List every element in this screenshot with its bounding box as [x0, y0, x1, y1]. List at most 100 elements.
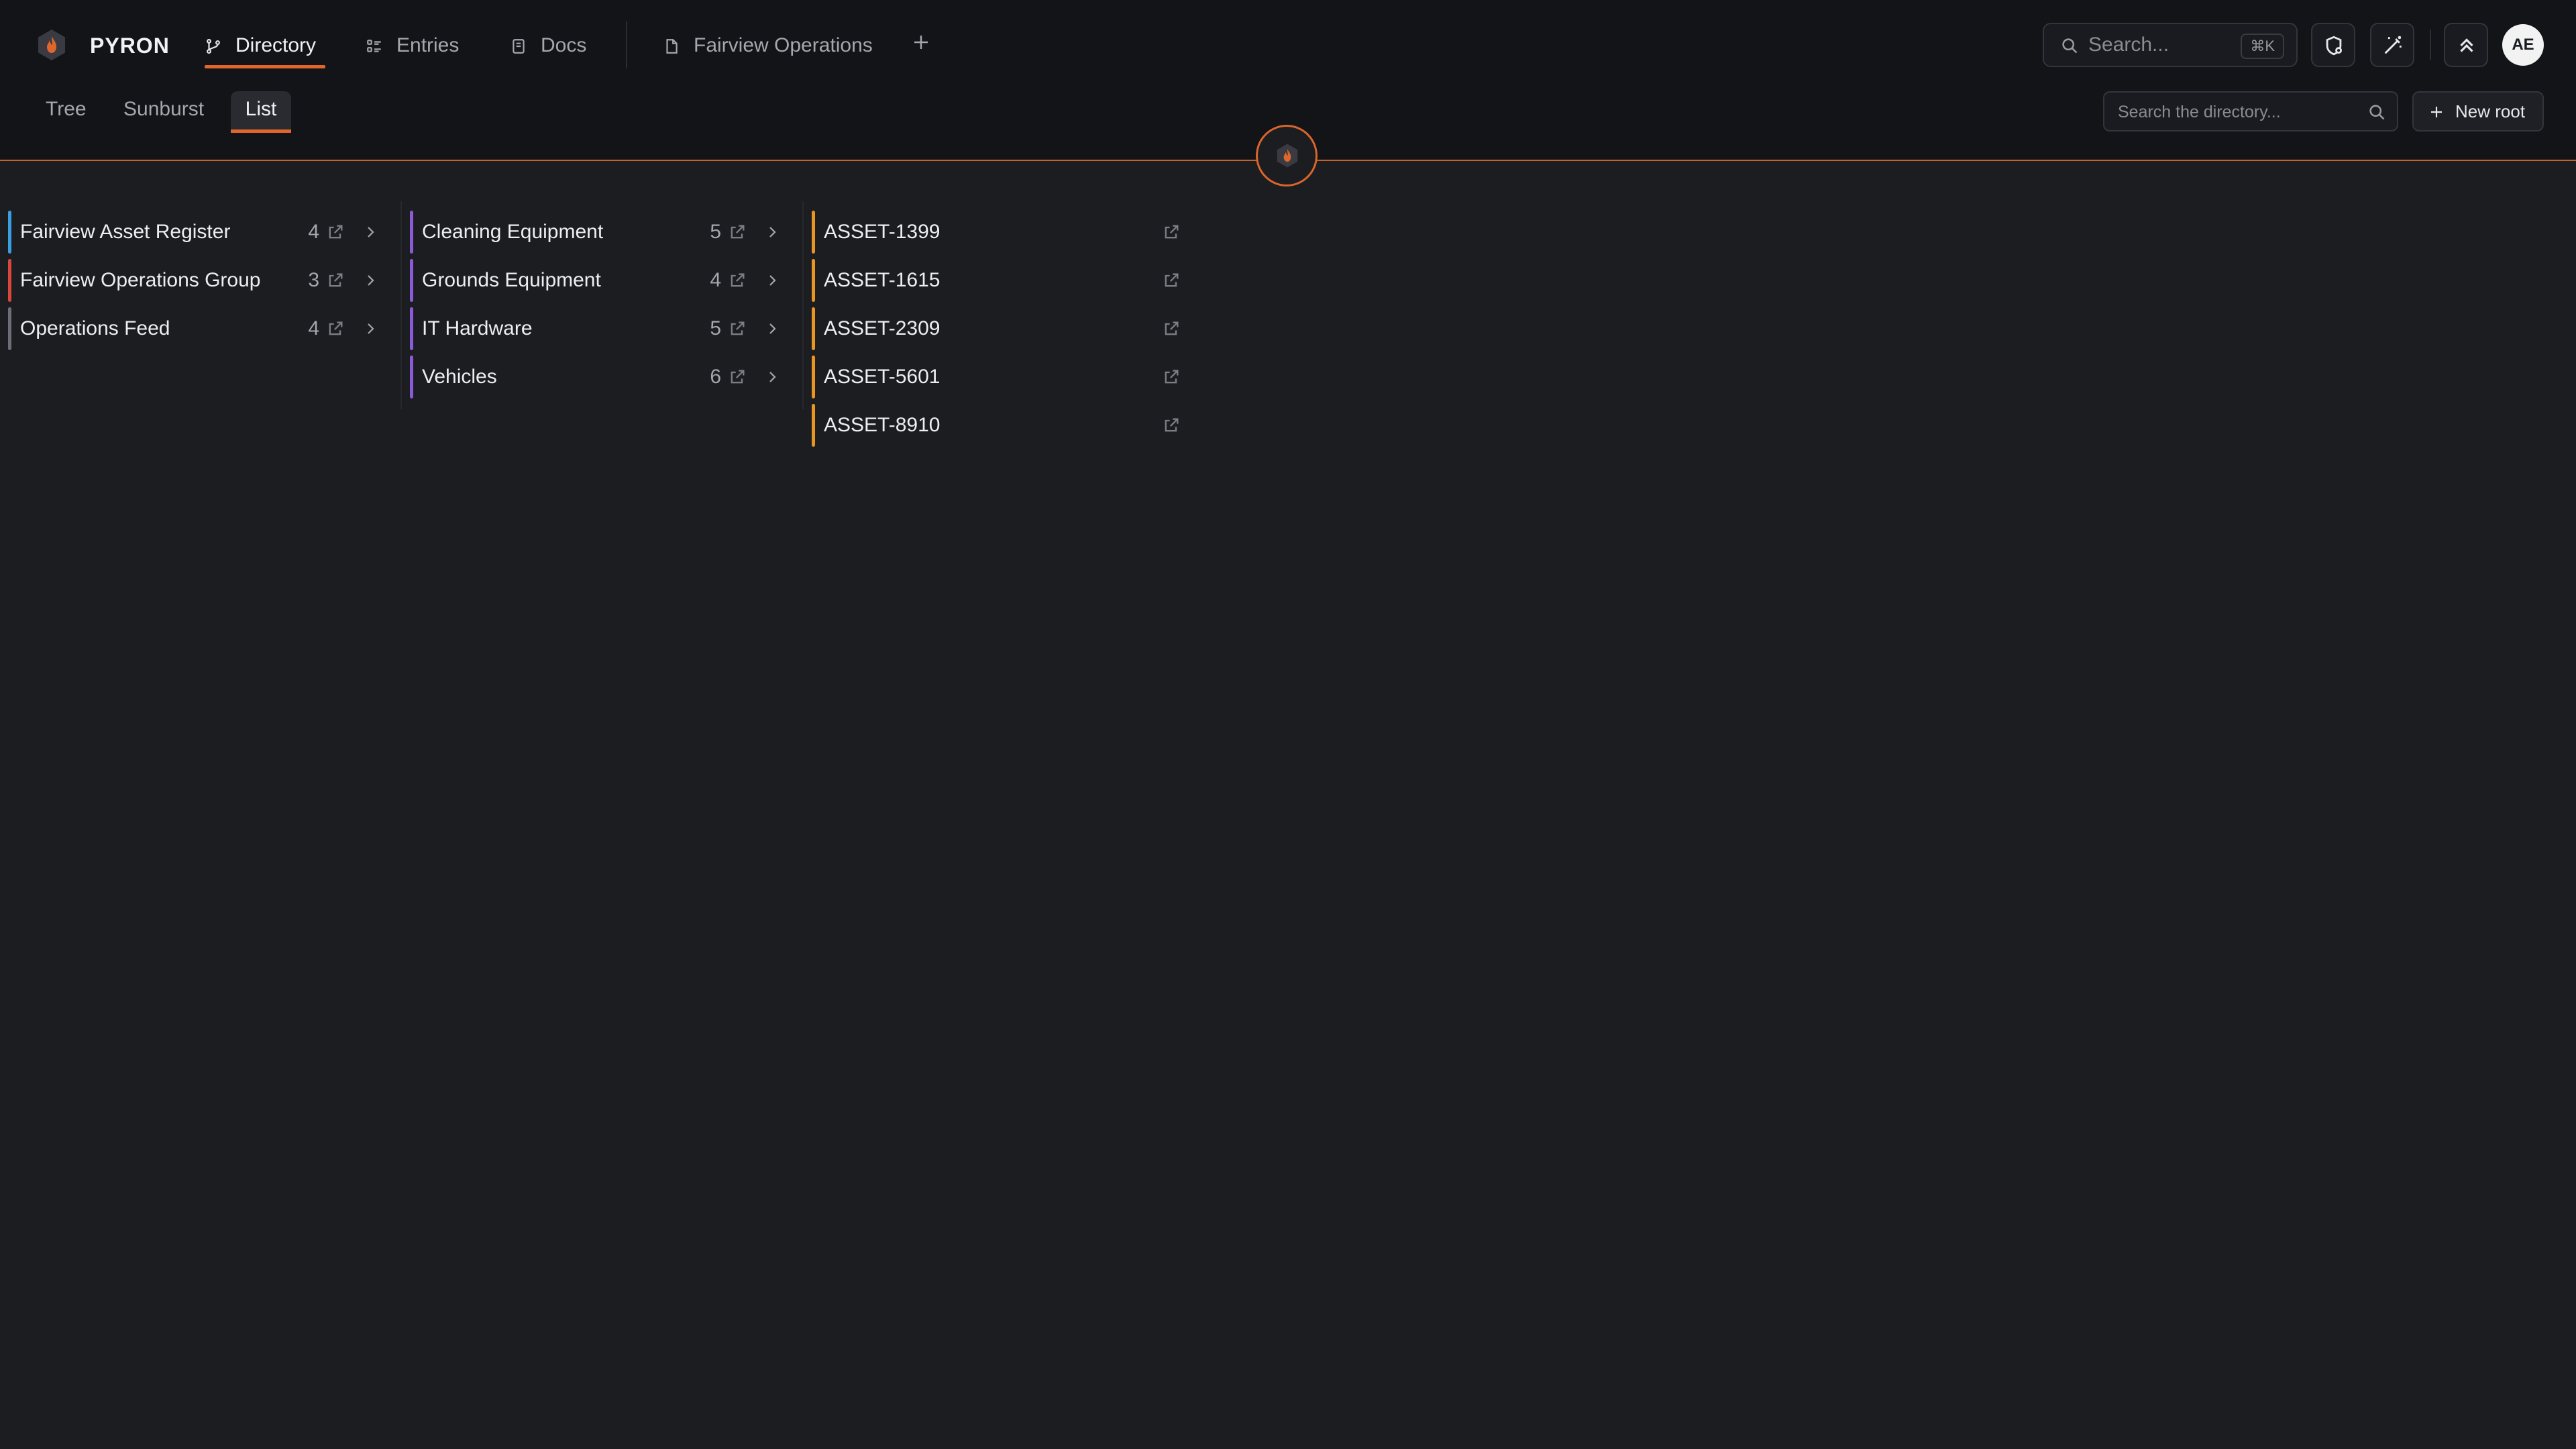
item-name: Grounds Equipment — [422, 269, 601, 291]
tab-docs[interactable]: Docs — [510, 25, 604, 66]
color-bar — [410, 259, 413, 302]
item-name: ASSET-1615 — [824, 269, 941, 291]
directory-search[interactable] — [2103, 91, 2398, 131]
nav-divider — [626, 21, 627, 68]
open-external-icon[interactable] — [1162, 271, 1181, 290]
list-item[interactable]: Fairview Asset Register 4 — [8, 211, 384, 254]
color-bar — [8, 307, 11, 350]
list-item[interactable]: ASSET-1399 — [812, 211, 1187, 254]
open-external-icon[interactable] — [728, 223, 747, 241]
brand-name: PYRON — [90, 34, 170, 58]
shield-settings-button[interactable] — [2311, 23, 2355, 67]
chevron-right-icon[interactable] — [764, 272, 780, 288]
open-external-icon[interactable] — [728, 271, 747, 290]
list-icon — [367, 40, 381, 52]
branch-icon — [207, 38, 220, 54]
view-tab-list[interactable]: List — [231, 91, 291, 133]
view-tab-tree[interactable]: Tree — [32, 91, 97, 133]
search-icon — [2062, 38, 2078, 54]
list-item[interactable]: Grounds Equipment 4 — [410, 259, 786, 302]
open-external-icon[interactable] — [326, 319, 345, 338]
open-external-icon[interactable] — [1162, 223, 1181, 241]
color-bar — [812, 404, 815, 447]
column-divider — [400, 201, 402, 409]
new-root-button[interactable]: New root — [2412, 91, 2544, 131]
list-item[interactable]: ASSET-1615 — [812, 259, 1187, 302]
open-external-icon[interactable] — [326, 271, 345, 290]
open-external-icon[interactable] — [728, 319, 747, 338]
search-icon — [2369, 105, 2385, 120]
center-logo-badge[interactable] — [1256, 125, 1318, 186]
chevron-right-icon[interactable] — [764, 321, 780, 337]
plus-icon — [2431, 107, 2442, 117]
user-avatar[interactable]: AE — [2502, 24, 2544, 66]
item-count: 5 — [710, 317, 721, 339]
color-bar — [812, 356, 815, 398]
item-name: ASSET-8910 — [824, 414, 941, 436]
item-count: 5 — [710, 221, 721, 243]
tab-directory[interactable]: Directory — [205, 25, 325, 68]
item-name: Fairview Operations Group — [20, 269, 261, 291]
chevron-right-icon[interactable] — [764, 369, 780, 385]
item-name: ASSET-2309 — [824, 317, 941, 339]
tab-docs-label: Docs — [541, 34, 587, 56]
list-item[interactable]: IT Hardware 5 — [410, 307, 786, 350]
list-item[interactable]: Operations Feed 4 — [8, 307, 384, 350]
item-name: IT Hardware — [422, 317, 533, 339]
item-count: 6 — [710, 366, 721, 388]
open-external-icon[interactable] — [1162, 319, 1181, 338]
color-bar — [8, 211, 11, 254]
list-item[interactable]: Vehicles 6 — [410, 356, 786, 398]
add-tab-plus-icon[interactable] — [911, 32, 931, 52]
list-item[interactable]: Fairview Operations Group 3 — [8, 259, 384, 302]
open-external-icon[interactable] — [1162, 368, 1181, 386]
search-shortcut-badge: ⌘K — [2241, 34, 2284, 59]
toolbar-divider — [2430, 30, 2431, 60]
tab-entries[interactable]: Entries — [366, 25, 473, 66]
global-search-placeholder: Search... — [2088, 34, 2169, 56]
item-name: ASSET-1399 — [824, 221, 941, 243]
book-icon — [513, 39, 525, 54]
chevrons-up-icon — [2460, 38, 2473, 52]
color-bar — [410, 356, 413, 398]
collapse-button[interactable] — [2444, 23, 2488, 67]
tab-directory-label: Directory — [235, 34, 317, 56]
color-bar — [410, 211, 413, 254]
list-item[interactable]: ASSET-8910 — [812, 404, 1187, 447]
color-bar — [812, 307, 815, 350]
open-external-icon[interactable] — [1162, 416, 1181, 435]
pyron-logo-icon — [1277, 144, 1298, 168]
view-tab-sunburst[interactable]: Sunburst — [110, 91, 217, 133]
color-bar — [410, 307, 413, 350]
file-icon — [666, 39, 678, 54]
item-name: Vehicles — [422, 366, 497, 388]
item-name: Cleaning Equipment — [422, 221, 604, 243]
chevron-right-icon[interactable] — [362, 224, 378, 240]
directory-search-input[interactable] — [2104, 93, 2374, 131]
list-item[interactable]: ASSET-5601 — [812, 356, 1187, 398]
open-external-icon[interactable] — [326, 223, 345, 241]
global-search[interactable]: Search... ⌘K — [2043, 23, 2298, 67]
chevron-right-icon[interactable] — [362, 321, 378, 337]
item-count: 4 — [308, 221, 319, 243]
open-external-icon[interactable] — [728, 368, 747, 386]
list-item[interactable]: ASSET-2309 — [812, 307, 1187, 350]
chevron-right-icon[interactable] — [362, 272, 378, 288]
chevron-right-icon[interactable] — [764, 224, 780, 240]
tab-entries-label: Entries — [396, 34, 460, 56]
item-count: 3 — [308, 269, 319, 291]
new-root-label: New root — [2455, 101, 2526, 121]
magic-wand-icon — [2384, 36, 2402, 54]
tab-open-document-label: Fairview Operations — [694, 34, 873, 56]
color-bar — [812, 259, 815, 302]
color-bar — [8, 259, 11, 302]
color-bar — [812, 211, 815, 254]
shield-gear-icon — [2326, 36, 2343, 56]
list-item[interactable]: Cleaning Equipment 5 — [410, 211, 786, 254]
item-name: Operations Feed — [20, 317, 170, 339]
tab-open-document[interactable]: Fairview Operations — [663, 25, 891, 66]
item-count: 4 — [710, 269, 721, 291]
item-name: Fairview Asset Register — [20, 221, 231, 243]
magic-wand-button[interactable] — [2370, 23, 2414, 67]
pyron-logo-icon[interactable] — [35, 28, 68, 62]
